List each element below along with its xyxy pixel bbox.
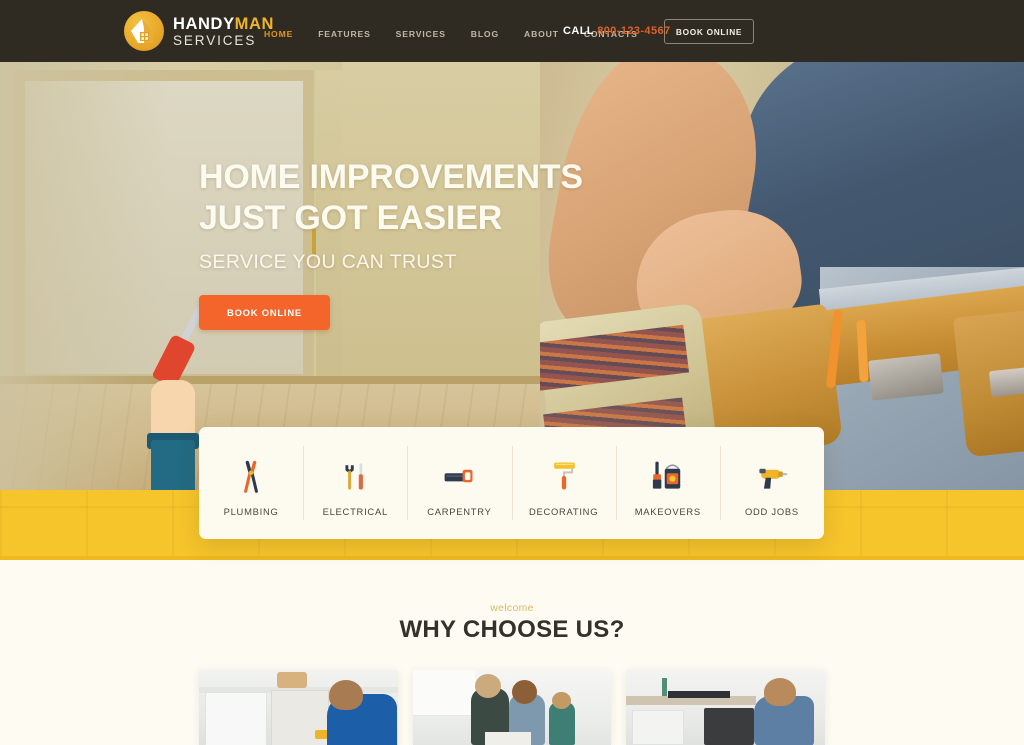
service-item-carpentry[interactable]: CARPENTRY bbox=[407, 427, 511, 539]
basket-prop bbox=[277, 672, 307, 688]
site-header: HANDYMAN SERVICES HOME FEATURES SERVICES… bbox=[0, 0, 1024, 62]
worker-head bbox=[329, 680, 363, 710]
kitchen-wall-cabinet bbox=[412, 670, 475, 716]
section-title: WHY CHOOSE US? bbox=[399, 616, 625, 643]
service-label-plumbing: PLUMBING bbox=[223, 505, 279, 517]
why-card-2[interactable] bbox=[412, 670, 612, 745]
service-label-carpentry: CARPENTRY bbox=[427, 505, 492, 517]
service-item-makeovers[interactable]: MAKEOVERS bbox=[615, 427, 720, 539]
paint-roller-icon bbox=[540, 450, 588, 494]
house-icon-svg bbox=[131, 19, 153, 43]
wrench-screwdriver-icon bbox=[331, 450, 379, 494]
oven-appliance bbox=[704, 708, 755, 745]
why-card-3[interactable] bbox=[626, 670, 826, 745]
hero-subtitle: SERVICE YOU CAN TRUST bbox=[199, 251, 457, 273]
person-man-head bbox=[474, 674, 501, 698]
brush-paint-bucket-icon bbox=[644, 450, 692, 494]
photo-oven-installation bbox=[626, 670, 826, 745]
hero-book-online-button[interactable]: BOOK ONLINE bbox=[199, 295, 330, 330]
hero-copy: HOME IMPROVEMENTS JUST GOT EASIER SERVIC… bbox=[199, 157, 629, 330]
nav-item-about[interactable]: ABOUT bbox=[523, 26, 560, 42]
worker-head-3 bbox=[764, 678, 797, 706]
power-drill-icon bbox=[748, 450, 796, 494]
pliers-icon bbox=[227, 450, 275, 494]
logo-title-handy: HANDY bbox=[173, 14, 235, 33]
section-eyebrow: welcome bbox=[490, 602, 534, 614]
logo-title: HANDYMAN bbox=[173, 14, 274, 33]
photo-handyman-drilling bbox=[199, 670, 398, 745]
why-card-1[interactable] bbox=[199, 670, 398, 745]
service-label-decorating: DECORATING bbox=[528, 505, 599, 517]
why-choose-us-section: welcome WHY CHOOSE US? bbox=[0, 560, 1024, 745]
hero-title-line1: HOME IMPROVEMENTS bbox=[199, 158, 583, 196]
services-quicklinks-card: PLUMBING ELECTRICAL CARPENTRY DECORATING… bbox=[199, 427, 824, 539]
washing-machine bbox=[632, 710, 685, 745]
hero-title-line2: JUST GOT EASIER bbox=[199, 199, 503, 237]
header-book-online-button[interactable]: BOOK ONLINE bbox=[664, 19, 754, 44]
why-choose-us-cards bbox=[199, 670, 826, 745]
phone-number[interactable]: 800-123-4567 bbox=[597, 25, 670, 37]
service-label-odd-jobs: ODD JOBS bbox=[744, 505, 799, 517]
logo-subtitle: SERVICES bbox=[173, 33, 257, 48]
house-badge-icon bbox=[124, 11, 164, 51]
person-woman-head bbox=[511, 680, 537, 704]
person-worker-head bbox=[551, 692, 571, 709]
kitchen-tap bbox=[662, 678, 668, 696]
site-logo[interactable]: HANDYMAN SERVICES bbox=[124, 11, 274, 51]
header-phone[interactable]: CALL 800-123-4567 bbox=[563, 25, 671, 37]
nav-item-blog[interactable]: BLOG bbox=[470, 26, 500, 42]
nav-item-services[interactable]: SERVICES bbox=[395, 26, 447, 42]
cabinet-left bbox=[205, 692, 267, 745]
metal-tools bbox=[868, 353, 944, 401]
cooktop-hob bbox=[668, 691, 731, 698]
service-item-odd-jobs[interactable]: ODD JOBS bbox=[719, 427, 824, 539]
cartoon-arm-left bbox=[151, 440, 195, 492]
service-item-plumbing[interactable]: PLUMBING bbox=[199, 427, 303, 539]
service-item-decorating[interactable]: DECORATING bbox=[511, 427, 616, 539]
photo-family-kitchen bbox=[412, 670, 612, 745]
nav-item-features[interactable]: FEATURES bbox=[317, 26, 371, 42]
nav-item-home[interactable]: HOME bbox=[263, 26, 294, 42]
logo-text: HANDYMAN SERVICES bbox=[173, 15, 274, 48]
paper-document bbox=[484, 732, 531, 745]
service-label-makeovers: MAKEOVERS bbox=[634, 505, 701, 517]
call-label: CALL bbox=[563, 25, 594, 37]
plane-saw-icon bbox=[435, 450, 483, 494]
service-label-electrical: ELECTRICAL bbox=[322, 505, 388, 517]
service-item-electrical[interactable]: ELECTRICAL bbox=[303, 427, 407, 539]
